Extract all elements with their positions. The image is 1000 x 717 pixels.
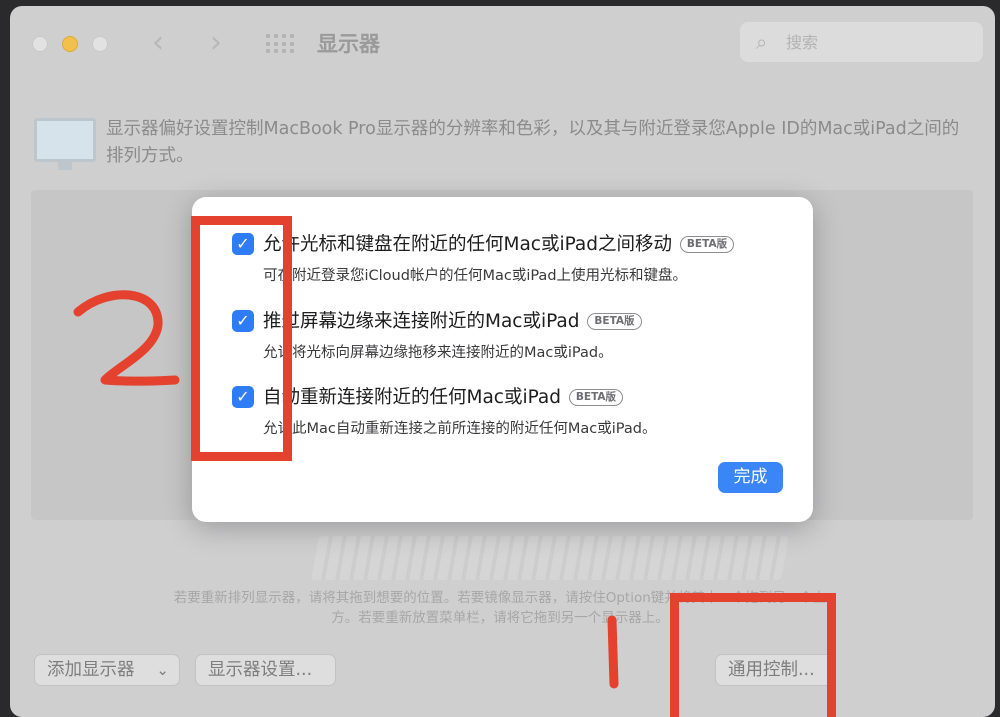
annotation-number-1 (607, 615, 619, 689)
annotation-marks (73, 290, 619, 689)
annotation-number-2 (73, 290, 180, 386)
